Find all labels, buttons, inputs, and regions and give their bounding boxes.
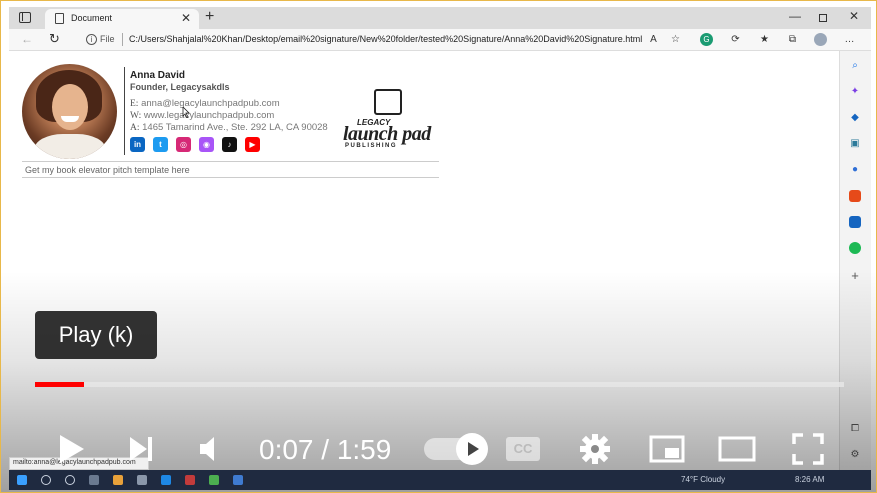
signature-email-link[interactable]: anna@legacylaunchpadpub.com [141,98,280,109]
tab-title: Document [71,13,113,23]
signature-web-link[interactable]: www.legacylaunchpadpub.com [144,110,274,121]
miniplayer-icon[interactable] [649,429,685,469]
signature-address: 1465 Tamarind Ave., Ste. 292 LA, CA 9002… [142,122,328,133]
vscode-taskbar-icon[interactable] [233,475,243,485]
tools-icon[interactable]: ▣ [849,138,861,150]
file-explorer-icon[interactable] [113,475,123,485]
next-video-icon[interactable] [127,429,157,469]
autoplay-toggle[interactable] [424,433,488,465]
widgets-icon[interactable] [89,475,99,485]
youtube-icon[interactable]: ▶ [245,137,260,152]
progress-bar[interactable] [35,382,844,387]
app-taskbar-icon[interactable] [185,475,195,485]
reload-icon[interactable]: ↻ [49,31,60,47]
file-label: File [100,34,115,44]
subtitles-button[interactable]: CC [506,437,540,461]
extension-icon[interactable]: ⟳ [729,33,742,46]
store-icon[interactable] [137,475,147,485]
spotify-icon[interactable] [849,242,861,254]
play-icon[interactable] [57,429,87,469]
profile-photo [22,64,117,159]
windows-taskbar: 74°F Cloudy 8:26 AM [9,470,871,490]
signature-rule-bottom [22,177,439,178]
back-icon[interactable]: ← [21,32,33,46]
tab-actions-icon[interactable] [19,12,31,23]
volume-icon[interactable] [197,429,223,469]
minimize-icon[interactable]: — [789,9,801,23]
profile-avatar-icon[interactable] [814,33,827,46]
notebook-rocket-icon [374,89,402,115]
browser-tab-bar: Document ✕ + — ✕ [9,7,871,29]
outlook-icon[interactable] [849,216,861,228]
info-icon[interactable]: i [86,34,97,45]
signature-rule-top [22,161,439,162]
signature-divider [124,67,125,155]
read-aloud-icon[interactable]: A [647,33,660,46]
task-view-icon[interactable] [65,475,75,485]
play-tooltip: Play (k) [35,311,157,359]
tab-close-icon[interactable]: ✕ [181,11,191,25]
linkedin-icon[interactable]: in [130,137,145,152]
signature-role: Founder, Legacysakdls [130,82,230,92]
taskbar-search-icon[interactable] [41,475,51,485]
legacy-launch-pad-logo: LEGACY launch pad PUBLISHING [343,87,439,151]
search-icon[interactable]: ⌕ [849,60,861,72]
more-menu-icon[interactable]: … [843,33,856,46]
address-bar: ← ↻ i File C:/Users/Shahjalal%20Khan/Des… [9,29,871,51]
address-separator [122,33,123,46]
copilot-icon[interactable]: ✦ [849,86,861,98]
twitter-icon[interactable]: t [153,137,168,152]
elevator-pitch-link[interactable]: Get my book elevator pitch template here [25,165,190,175]
mouse-cursor-icon [182,107,190,118]
new-tab-icon[interactable]: + [205,8,214,26]
fullscreen-icon[interactable] [791,429,825,469]
signature-email-line: E: anna@legacylaunchpadpub.com [130,98,280,109]
window-close-icon[interactable]: ✕ [849,9,859,23]
theater-mode-icon[interactable] [717,429,757,469]
app2-taskbar-icon[interactable] [209,475,219,485]
people-icon[interactable]: ● [849,164,861,176]
grammarly-icon[interactable]: G [700,33,713,46]
url-field[interactable]: C:/Users/Shahjalal%20Khan/Desktop/email%… [129,34,642,44]
settings-icon[interactable] [579,429,611,469]
time-display: 0:07 / 1:59 [259,434,392,465]
shopping-tag-icon[interactable]: ◆ [849,112,861,124]
signature-address-line: A: 1465 Tamarind Ave., Ste. 292 LA, CA 9… [130,122,328,133]
screen: Document ✕ + — ✕ ← ↻ i File C:/Users/Sha… [0,0,877,493]
page-icon [55,13,64,24]
autoplay-knob [456,433,488,465]
progress-played [35,382,84,387]
instagram-icon[interactable]: ◎ [176,137,191,152]
maximize-icon[interactable] [819,14,827,22]
signature-name: Anna David [130,70,186,81]
podcast-icon[interactable]: ◉ [199,137,214,152]
taskbar-weather[interactable]: 74°F Cloudy [681,475,725,484]
favorite-add-icon[interactable]: ☆ [669,33,682,46]
edge-taskbar-icon[interactable] [161,475,171,485]
favorites-icon[interactable]: ★ [758,33,771,46]
tiktok-icon[interactable]: ♪ [222,137,237,152]
logo-publishing-text: PUBLISHING [345,143,398,149]
web-label: W: [130,111,142,121]
email-label: E: [130,99,139,109]
tab-document[interactable]: Document ✕ [45,9,199,29]
windows-start-icon[interactable] [17,475,27,485]
collections-icon[interactable]: ⧉ [786,33,799,46]
signature-web-line: W: www.legacylaunchpadpub.com [130,110,274,121]
address-label: A: [130,123,140,133]
office-icon[interactable] [849,190,861,202]
taskbar-clock[interactable]: 8:26 AM [795,475,824,484]
